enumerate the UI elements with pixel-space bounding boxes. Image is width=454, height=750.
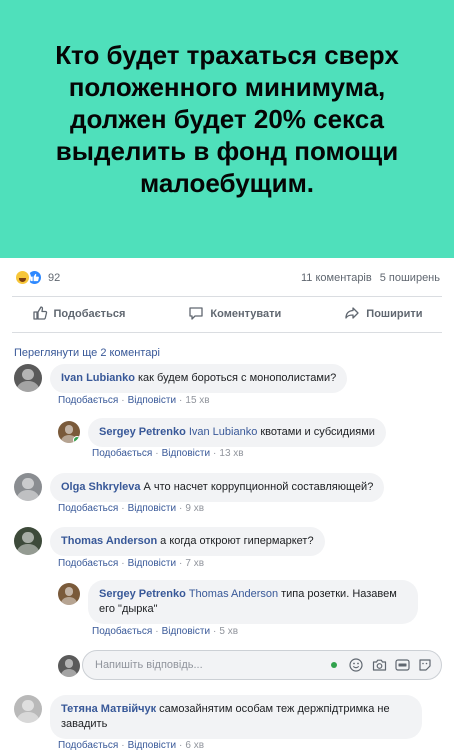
gif-icon[interactable] xyxy=(394,657,410,673)
comment-text: самозайнятим особам теж держпідтримка не xyxy=(159,703,390,715)
post-text: Кто будет трахаться сверх положенного ми… xyxy=(55,40,399,198)
comment-text: А что насчет коррупционной составляющей? xyxy=(143,481,374,493)
online-status-dot xyxy=(331,662,337,668)
reaction-count: 92 xyxy=(48,272,61,284)
comment-author[interactable]: Olga Shkryleva xyxy=(61,481,141,493)
comment-meta: Подобається · Відповісти · 13 хв xyxy=(92,448,244,459)
comment: Ivan Lubianko как будем бороться с монопо… xyxy=(14,364,348,393)
camera-icon[interactable] xyxy=(371,657,387,673)
like-button-label: Подобається xyxy=(53,308,126,320)
comment: Olga Shkryleva А что насчет коррупционной… xyxy=(14,473,385,502)
post-stats: 92 11 коментарів 5 поширень xyxy=(0,262,454,294)
haha-reaction-icon xyxy=(14,269,31,286)
comment-like-link[interactable]: Подобається xyxy=(58,740,118,750)
comment-like-link[interactable]: Подобається xyxy=(58,558,118,569)
comment-reply-link[interactable]: Відповісти xyxy=(128,558,176,569)
comment-reply-link[interactable]: Відповісти xyxy=(128,503,176,514)
comment-meta: Подобається · Відповісти · 9 хв xyxy=(58,503,205,514)
view-more-comments-link[interactable]: Переглянути ще 2 коментарі xyxy=(14,347,160,359)
comment-reply-link[interactable]: Відповісти xyxy=(162,626,210,637)
comment-like-link[interactable]: Подобається xyxy=(58,395,118,406)
comment-text: квотами и субсидиями xyxy=(260,426,375,438)
avatar[interactable] xyxy=(14,527,42,555)
comment-meta: Подобається · Відповісти · 15 хв xyxy=(58,395,210,406)
divider xyxy=(12,332,442,333)
comment-bubble: Sergey Petrenko Ivan Lubianko квотами и су… xyxy=(88,418,386,447)
comment: Thomas Anderson а когда откроют гипермарк… xyxy=(14,527,325,556)
comment-time[interactable]: 6 хв xyxy=(185,740,204,750)
comment-meta: Подобається · Відповісти · 7 хв xyxy=(58,558,205,569)
avatar[interactable] xyxy=(58,583,80,605)
avatar[interactable] xyxy=(14,695,42,723)
comment-author[interactable]: Ivan Lubianko xyxy=(61,372,135,384)
current-user-avatar[interactable] xyxy=(58,655,80,677)
divider xyxy=(12,296,442,297)
comment-time[interactable]: 13 хв xyxy=(219,448,243,459)
comment-author[interactable]: Sergey Petrenko xyxy=(99,588,186,600)
comment: Тетяна Матвійчук самозайнятим особам теж … xyxy=(14,695,422,739)
mention[interactable]: Ivan Lubianko xyxy=(189,426,258,438)
reactions-summary[interactable]: 92 xyxy=(14,269,60,287)
avatar[interactable] xyxy=(14,364,42,392)
comment-bubble: Ivan Lubianko как будем бороться с монопо… xyxy=(50,364,348,393)
comment-meta: Подобається · Відповісти · 5 хв xyxy=(92,626,239,637)
comment-bubble: Тетяна Матвійчук самозайнятим особам теж … xyxy=(50,695,422,739)
share-arrow-icon xyxy=(344,305,360,324)
comment-meta: Подобається · Відповісти · 6 хв xyxy=(58,740,205,750)
online-status-dot xyxy=(73,436,80,443)
reply-comment: Sergey Petrenko Thomas Anderson типа розет… xyxy=(58,580,418,624)
comment-text-continued: завадить xyxy=(61,718,108,730)
comment-button[interactable]: Коментувати xyxy=(188,305,281,324)
avatar[interactable] xyxy=(58,421,80,443)
comment-reply-link[interactable]: Відповісти xyxy=(128,740,176,750)
comment-author[interactable]: Sergey Petrenko xyxy=(99,426,186,438)
reply-input[interactable] xyxy=(95,659,331,671)
comment-author[interactable]: Thomas Anderson xyxy=(61,535,157,547)
share-button-label: Поширити xyxy=(366,308,423,320)
comment-like-link[interactable]: Подобається xyxy=(92,448,152,459)
avatar[interactable] xyxy=(14,473,42,501)
comment-bubble: Thomas Anderson а когда откроют гипермарк… xyxy=(50,527,325,556)
comment-bubble: Olga Shkryleva А что насчет коррупционной… xyxy=(50,473,385,502)
reaction-icons xyxy=(14,269,44,287)
comment-text: а когда откроют гипермаркет? xyxy=(160,535,314,547)
comment-text: типа розетки. Назавем xyxy=(281,588,397,600)
comment-icon xyxy=(188,305,204,324)
comment-like-link[interactable]: Подобається xyxy=(58,503,118,514)
comment-reply-link[interactable]: Відповісти xyxy=(162,448,210,459)
comment-time[interactable]: 7 хв xyxy=(185,558,204,569)
emoji-icon[interactable] xyxy=(348,657,364,673)
comment-count[interactable]: 11 коментарів xyxy=(301,272,372,284)
thumbs-up-icon xyxy=(32,305,48,324)
comment-time[interactable]: 5 хв xyxy=(219,626,238,637)
share-count[interactable]: 5 поширень xyxy=(380,272,440,284)
action-bar: Подобається Коментувати Поширити xyxy=(0,298,454,330)
share-button[interactable]: Поширити xyxy=(344,305,422,324)
comment-like-link[interactable]: Подобається xyxy=(92,626,152,637)
sticker-icon[interactable] xyxy=(417,657,433,673)
post-background: Кто будет трахаться сверх положенного ми… xyxy=(0,0,454,258)
comment-author[interactable]: Тетяна Матвійчук xyxy=(61,703,156,715)
comment-text-continued: его "дырка" xyxy=(99,603,158,615)
comment-time[interactable]: 15 хв xyxy=(185,395,209,406)
comment-button-label: Коментувати xyxy=(210,308,282,320)
comment-text: как будем бороться с монополистами? xyxy=(137,372,337,384)
reply-comment: Sergey Petrenko Ivan Lubianko квотами и су… xyxy=(58,418,386,447)
mention[interactable]: Thomas Anderson xyxy=(189,588,278,600)
reply-composer xyxy=(82,650,442,680)
like-button[interactable]: Подобається xyxy=(32,305,126,324)
comment-time[interactable]: 9 хв xyxy=(185,503,204,514)
comment-reply-link[interactable]: Відповісти xyxy=(128,395,176,406)
comment-bubble: Sergey Petrenko Thomas Anderson типа розет… xyxy=(88,580,418,624)
